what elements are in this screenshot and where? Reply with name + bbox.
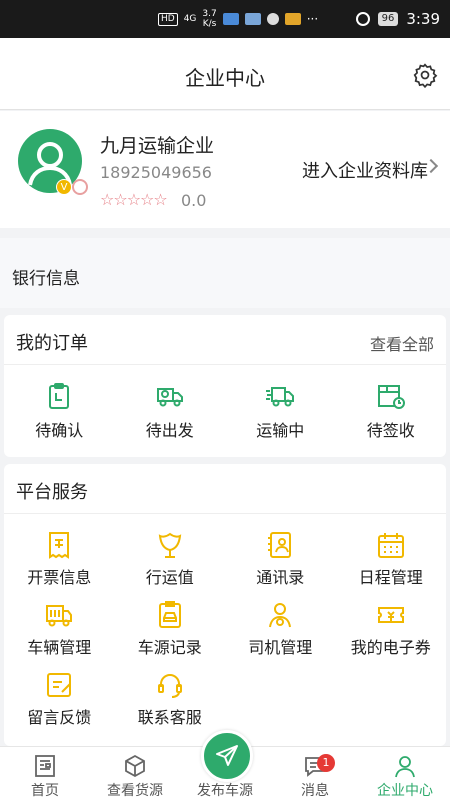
car-record-icon <box>158 601 181 628</box>
order-label: 待确认 <box>35 421 84 440</box>
service-run-value[interactable]: 行运值 <box>115 530 226 600</box>
qq-icon <box>266 13 279 25</box>
rating-stars: ☆☆☆☆☆ <box>100 190 168 209</box>
coupon-icon <box>377 607 404 623</box>
company-phone: 18925049656 <box>100 163 212 182</box>
order-pending-sign[interactable]: 待签收 <box>336 365 447 457</box>
leaf-icon <box>158 532 181 558</box>
view-all-orders-link[interactable]: 查看全部 <box>370 331 434 355</box>
newspaper-icon <box>35 755 55 777</box>
enter-library-link[interactable]: 进入企业资料库 <box>302 157 428 183</box>
rating-score: 0.0 <box>181 191 207 210</box>
user-icon <box>395 756 415 778</box>
app-notification-icon <box>222 13 239 25</box>
service-invoice[interactable]: 开票信息 <box>4 530 115 600</box>
nav-enterprise-center[interactable]: 企业中心 <box>360 747 450 800</box>
network-speed-value: 3.7 <box>202 9 217 19</box>
bank-info-label: 银行信息 <box>12 269 80 289</box>
service-label: 我的电子券 <box>350 638 431 657</box>
feedback-icon <box>47 673 72 697</box>
contacts-icon <box>268 532 292 558</box>
service-feedback[interactable]: 留言反馈 <box>4 670 115 740</box>
service-label: 联系客服 <box>137 708 202 727</box>
app-notification-icon-2 <box>244 13 261 25</box>
service-customer-support[interactable]: 联系客服 <box>115 670 226 740</box>
send-icon <box>216 745 238 766</box>
service-drivers[interactable]: 司机管理 <box>225 600 336 670</box>
service-label: 行运值 <box>145 568 194 587</box>
service-vehicles[interactable]: 车辆管理 <box>4 600 115 670</box>
nav-home[interactable]: 首页 <box>0 747 90 800</box>
moving-truck-icon <box>266 387 295 407</box>
services-title: 平台服务 <box>16 482 88 503</box>
hd-indicator: HD <box>158 12 178 26</box>
calendar-icon <box>377 533 404 558</box>
service-schedule[interactable]: 日程管理 <box>336 530 447 600</box>
orders-header: 我的订单 查看全部 <box>4 315 446 365</box>
nav-label: 查看货源 <box>107 783 163 799</box>
nav-label: 首页 <box>31 783 59 799</box>
network-speed-unit: K/s <box>202 19 217 29</box>
publish-button[interactable] <box>201 730 253 782</box>
page-title: 企业中心 <box>185 66 265 90</box>
network-indicator: 4G <box>183 14 197 24</box>
headset-icon <box>157 674 182 698</box>
profile-card[interactable]: V 九月运输企业 18925049656 ☆☆☆☆☆ 0.0 进入企业资料库 <box>0 111 450 228</box>
order-label: 待出发 <box>145 421 194 440</box>
order-in-transit[interactable]: 运输中 <box>225 365 336 457</box>
service-label: 开票信息 <box>27 568 92 587</box>
alarm-icon <box>355 12 370 26</box>
truck-icon <box>46 605 73 627</box>
service-label: 日程管理 <box>358 568 423 587</box>
weather-icon <box>284 13 301 25</box>
service-label: 留言反馈 <box>27 708 92 727</box>
cube-icon <box>125 754 145 778</box>
driver-icon <box>269 603 292 628</box>
truck-clock-icon <box>156 388 183 407</box>
clipboard-icon <box>49 383 70 409</box>
nav-label: 发布车源 <box>197 783 253 799</box>
order-label: 待签收 <box>366 421 415 440</box>
bank-info-row[interactable]: 银行信息 <box>0 238 450 308</box>
certification-badge-icon <box>72 179 88 195</box>
more-notifications: ··· <box>306 12 319 26</box>
title-bar: 企业中心 <box>0 38 450 110</box>
nav-label: 企业中心 <box>377 783 433 799</box>
nav-view-cargo[interactable]: 查看货源 <box>90 747 180 800</box>
orders-title: 我的订单 <box>16 333 88 354</box>
nav-messages[interactable]: 消息 <box>270 747 360 800</box>
service-coupons[interactable]: 我的电子券 <box>336 600 447 670</box>
network-speed: 3.7 K/s <box>202 9 216 29</box>
invoice-icon <box>49 532 70 559</box>
service-label: 车辆管理 <box>27 638 92 657</box>
nav-label: 消息 <box>301 783 329 799</box>
order-label: 运输中 <box>256 421 305 440</box>
box-clock-icon <box>377 385 405 409</box>
services-header: 平台服务 <box>4 464 446 514</box>
service-contacts[interactable]: 通讯录 <box>225 530 336 600</box>
order-pending-depart[interactable]: 待出发 <box>115 365 226 457</box>
order-pending-confirm[interactable]: 待确认 <box>4 365 115 457</box>
service-label: 车源记录 <box>137 638 202 657</box>
message-count-badge: 1 <box>317 754 335 772</box>
service-label: 司机管理 <box>248 638 313 657</box>
vip-badge: V <box>56 179 72 195</box>
company-name: 九月运输企业 <box>100 135 215 157</box>
my-orders-card: 我的订单 查看全部 待确认 待出发 运输中 待签收 <box>4 315 446 457</box>
gear-icon[interactable] <box>412 62 438 88</box>
platform-services-card: 平台服务 开票信息 行运值 通讯录 日程管理 车辆管理 车源记录 司机管理 我的… <box>4 464 446 746</box>
clock: 3:39 <box>406 10 440 28</box>
battery-level: 96 <box>377 12 399 26</box>
service-car-record[interactable]: 车源记录 <box>115 600 226 670</box>
service-label: 通讯录 <box>256 568 305 587</box>
status-bar: HD 4G 3.7 K/s ··· 96 3:39 <box>0 0 450 38</box>
